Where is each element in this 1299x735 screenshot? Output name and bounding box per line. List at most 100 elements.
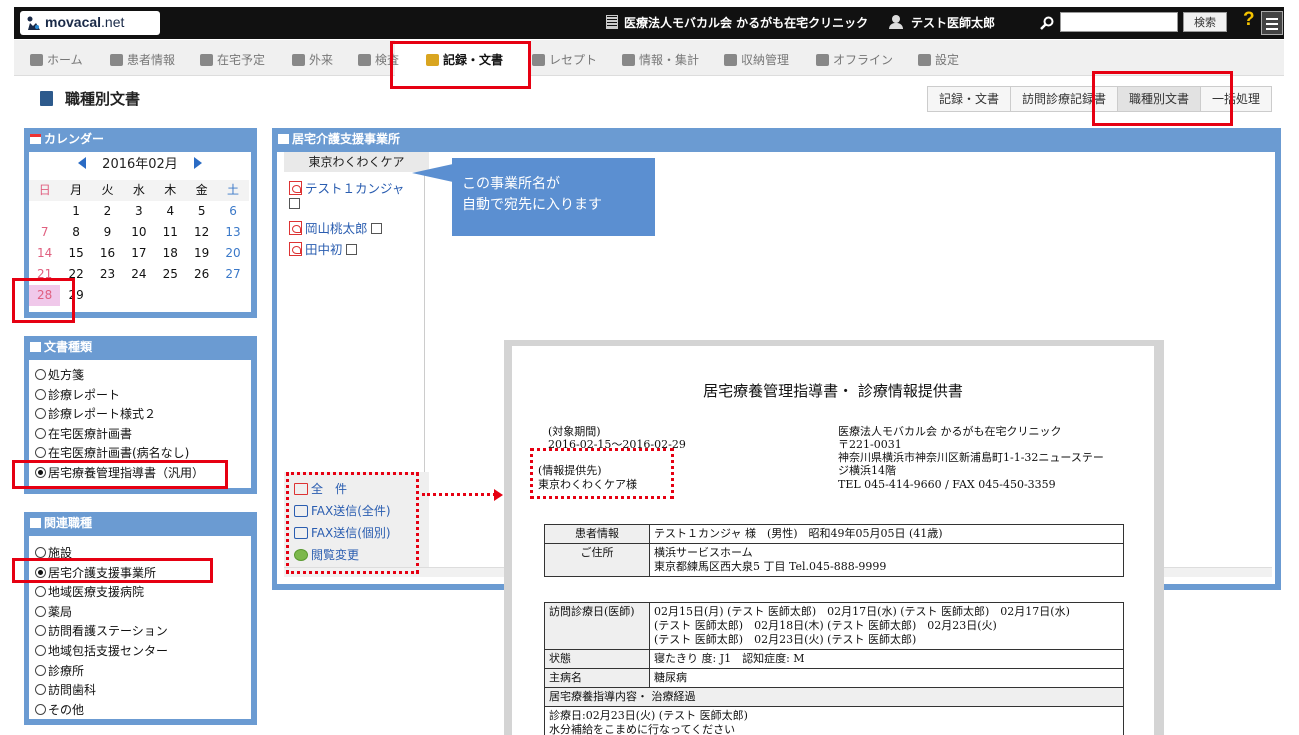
calendar-day[interactable]: 17 <box>123 243 154 264</box>
nav-stats[interactable]: 情報・集計 <box>622 51 699 68</box>
nav-home-visit[interactable]: 在宅予定 <box>200 51 265 68</box>
file-item[interactable]: 岡山桃太郎 <box>289 218 382 237</box>
nav-label: 外来 <box>309 53 334 67</box>
nav-offline[interactable]: オフライン <box>816 51 893 68</box>
file-item[interactable]: 田中初 <box>289 239 357 258</box>
occupation-option[interactable]: 薬局 <box>35 603 72 620</box>
file-checkbox[interactable] <box>345 244 357 255</box>
calendar-day[interactable]: 4 <box>155 201 186 222</box>
calendar-day[interactable]: 23 <box>92 264 123 285</box>
doctor-name[interactable]: テスト医師太郎 <box>889 14 995 31</box>
search-button[interactable]: 検索 <box>1183 12 1227 32</box>
calendar-day[interactable]: 11 <box>155 222 186 243</box>
calendar-day[interactable]: 2 <box>92 201 123 222</box>
doc-type-option[interactable]: 在宅医療計画書(病名なし) <box>35 444 189 461</box>
radio-button[interactable] <box>35 427 46 439</box>
doc-type-option[interactable]: 診療レポート様式２ <box>35 405 156 422</box>
file-checkbox-wrap <box>289 197 300 211</box>
guidance-line: 水分補給をこまめに行なってください <box>549 723 736 735</box>
doc-type-label: 在宅医療計画書 <box>48 426 133 441</box>
occupation-label: 訪問看護ステーション <box>48 624 168 639</box>
disease-label: 主病名 <box>544 668 650 688</box>
calendar-day[interactable]: 1 <box>60 201 91 222</box>
occupation-option[interactable]: 地域包括支援センター <box>35 642 168 659</box>
occupation-label: 薬局 <box>48 604 73 619</box>
radio-button[interactable] <box>35 447 46 458</box>
calendar-day[interactable]: 8 <box>60 222 91 243</box>
nav-patient[interactable]: 患者情報 <box>110 51 175 68</box>
occupation-option[interactable]: 地域医療支援病院 <box>35 583 144 600</box>
menu-icon[interactable] <box>1261 11 1283 35</box>
calendar-day[interactable]: 14 <box>29 243 60 264</box>
file-checkbox[interactable] <box>289 198 300 209</box>
calendar-empty <box>186 285 217 306</box>
home-icon <box>30 54 43 66</box>
nav-label: オフライン <box>833 53 894 67</box>
calendar-day[interactable]: 15 <box>60 243 91 264</box>
file-item[interactable]: テスト１カンジャ <box>289 178 404 197</box>
radio-button[interactable] <box>35 369 46 380</box>
radio-button[interactable] <box>35 547 46 558</box>
doc-type-option[interactable]: 在宅医療計画書 <box>35 425 132 442</box>
nav-settings[interactable]: 設定 <box>918 51 959 68</box>
office-tab[interactable]: 東京わくわくケア <box>284 152 429 172</box>
radio-button[interactable] <box>35 684 46 696</box>
calendar-day[interactable]: 9 <box>92 222 123 243</box>
calendar-day[interactable]: 25 <box>155 264 186 285</box>
radio-button[interactable] <box>35 645 46 656</box>
calendar-day[interactable]: 27 <box>217 264 248 285</box>
subtab-records[interactable]: 記録・文書 <box>927 86 1012 112</box>
occupation-option[interactable]: 訪問看護ステーション <box>35 622 168 639</box>
nav-billing[interactable]: 収納管理 <box>724 51 789 68</box>
prev-month-icon[interactable] <box>78 157 87 169</box>
calendar-header: カレンダー <box>24 128 257 150</box>
calendar-day[interactable]: 12 <box>186 222 217 243</box>
doc-type-option[interactable]: 処方箋 <box>35 366 84 383</box>
radio-button[interactable] <box>35 605 46 617</box>
file-checkbox[interactable] <box>370 223 382 234</box>
radio-button[interactable] <box>35 586 46 598</box>
occupation-option[interactable]: 診療所 <box>35 662 84 679</box>
nav-home[interactable]: ホーム <box>30 51 83 68</box>
logo[interactable]: movacal.net <box>20 11 160 35</box>
next-month-icon[interactable] <box>193 157 202 169</box>
calendar-month: 2016年02月 <box>102 157 178 172</box>
patient-value: テスト１カンジャ 様 (男性) 昭和49年05月05日 (41歳) <box>649 524 1124 544</box>
occupation-option[interactable]: その他 <box>35 701 84 718</box>
state-label: 状態 <box>544 649 650 669</box>
calendar-day[interactable]: 18 <box>155 243 186 264</box>
guidance-line: 診療日:02月23日(火) (テスト 医師太郎) <box>549 709 748 722</box>
doc-type-label: 診療レポート様式２ <box>48 407 157 421</box>
calendar-day[interactable]: 19 <box>186 243 217 264</box>
calendar-day[interactable]: 6 <box>217 201 248 222</box>
doc-type-option[interactable]: 診療レポート <box>35 386 120 403</box>
radio-button[interactable] <box>35 408 46 419</box>
calendar-day[interactable]: 10 <box>123 222 154 243</box>
calendar-day[interactable]: 26 <box>186 264 217 285</box>
calendar-day[interactable]: 5 <box>186 201 217 222</box>
nav-label: 設定 <box>935 53 960 67</box>
calendar-empty <box>29 201 60 222</box>
calendar-day[interactable]: 16 <box>92 243 123 264</box>
calendar-day[interactable]: 20 <box>217 243 248 264</box>
chart-icon <box>358 54 371 66</box>
calendar-day[interactable]: 7 <box>29 222 60 243</box>
help-icon[interactable]: ? <box>1243 9 1255 31</box>
occupation-option[interactable]: 訪問歯科 <box>35 681 96 698</box>
calendar-day[interactable]: 13 <box>217 222 248 243</box>
radio-button[interactable] <box>35 703 46 715</box>
clinic-name: 医療法人モバカル会 かるがも在宅クリニック <box>606 14 868 31</box>
search-input[interactable] <box>1060 12 1178 32</box>
radio-button[interactable] <box>35 664 46 676</box>
nav-outpatient[interactable]: 外来 <box>292 51 333 68</box>
calendar-day[interactable]: 24 <box>123 264 154 285</box>
visit-table: 訪問診療日(医師) 02月15日(月) (テスト 医師太郎) 02月17日(水)… <box>544 602 1124 735</box>
page-title: 職種別文書 <box>40 88 140 109</box>
calendar-weekday-row: 日月火水木金土 <box>29 180 249 201</box>
highlight-today <box>12 278 75 323</box>
radio-button[interactable] <box>35 625 46 637</box>
nav-receipt[interactable]: レセプト <box>532 51 597 68</box>
radio-button[interactable] <box>35 388 46 400</box>
calendar-day[interactable]: 3 <box>123 201 154 222</box>
sender-clinic: 医療法人モバカル会 かるがも在宅クリニック <box>838 425 1062 438</box>
